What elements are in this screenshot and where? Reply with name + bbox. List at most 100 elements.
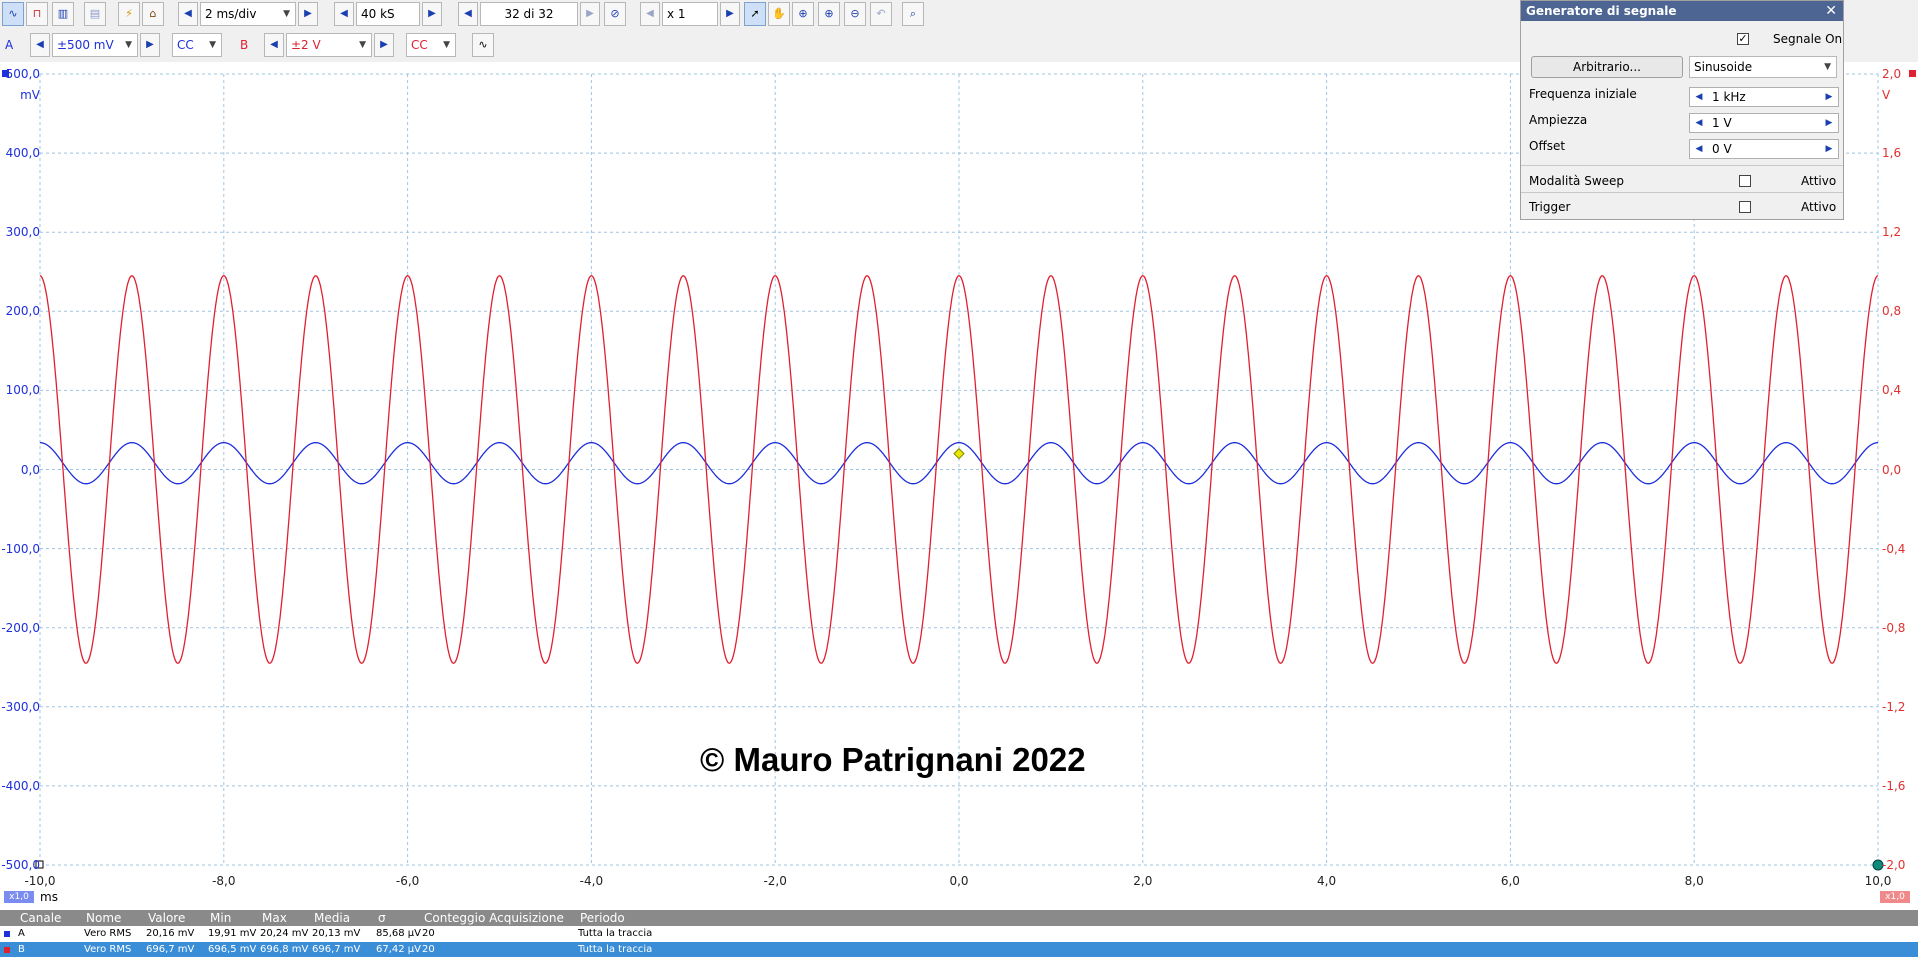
amplitude-field[interactable]: ◀ 1 V ▶ — [1689, 113, 1839, 133]
timebase-next-button[interactable]: ▶ — [298, 2, 318, 26]
y-left-tick-label: -400,0 — [1, 778, 40, 793]
row-mean: 20,13 mV — [312, 928, 361, 939]
scope-mode-icon[interactable]: ∿ — [2, 2, 24, 26]
header-name[interactable]: Nome — [86, 910, 121, 926]
spectrum-mode-icon[interactable]: ▥ — [52, 2, 74, 26]
offset-field[interactable]: ◀ 0 V ▶ — [1689, 139, 1839, 159]
x-tick-label: 2,0 — [1133, 874, 1153, 888]
header-max[interactable]: Max — [262, 910, 287, 926]
buffer-navigator-icon[interactable]: ⊘ — [604, 2, 626, 26]
coupling-b-value: CC — [411, 38, 428, 52]
amplitude-increase-button[interactable]: ▶ — [1820, 114, 1838, 132]
home-icon[interactable]: ⌂ — [142, 2, 164, 26]
divider — [1521, 165, 1843, 166]
y-right-tick-label: -0,4 — [1882, 541, 1906, 556]
samples-field[interactable]: 40 kS — [356, 2, 420, 26]
timebase-select[interactable]: 2 ms/div ▼ — [200, 2, 296, 26]
zoom-prev-button[interactable]: ◀ — [640, 2, 660, 26]
zoom-field[interactable]: x 1 — [662, 2, 718, 26]
measurements-header: Canale Nome Valore Min Max Media σ Conte… — [0, 910, 1918, 926]
samples-prev-button[interactable]: ◀ — [334, 2, 354, 26]
row-mean: 696,7 mV — [312, 944, 361, 955]
offset-label: Offset — [1529, 139, 1566, 153]
x-tick-label: -4,0 — [579, 874, 604, 888]
channel-b-swatch — [4, 947, 10, 953]
row-sigma: 67,42 µV — [376, 944, 422, 955]
header-mean[interactable]: Media — [314, 910, 350, 926]
frequency-field[interactable]: ◀ 1 kHz ▶ — [1689, 87, 1839, 107]
header-min[interactable]: Min — [210, 910, 231, 926]
zoom-overview-icon[interactable]: ⌕ — [902, 2, 924, 26]
persistence-mode-icon[interactable]: ⊓ — [26, 2, 48, 26]
pointer-tool-icon[interactable]: ➚ — [744, 2, 766, 26]
zoom-out-icon[interactable]: ⊖ — [844, 2, 866, 26]
amplitude-label: Ampiezza — [1529, 113, 1588, 127]
auto-setup-icon[interactable]: ⚡ — [118, 2, 140, 26]
table-row[interactable]: A Vero RMS 20,16 mV 19,91 mV 20,24 mV 20… — [0, 926, 1918, 941]
row-name: Vero RMS — [84, 944, 132, 955]
range-b-value: ±2 V — [291, 38, 321, 52]
signal-on-checkbox[interactable]: ✓ — [1737, 33, 1749, 45]
table-row[interactable]: B Vero RMS 696,7 mV 696,5 mV 696,8 mV 69… — [0, 942, 1918, 957]
trigger-marker-icon — [953, 447, 965, 460]
divider — [1521, 192, 1843, 193]
zoom-value: x 1 — [667, 7, 686, 21]
zoom-in-icon[interactable]: ⊕ — [818, 2, 840, 26]
zoom-next-button[interactable]: ▶ — [720, 2, 740, 26]
hand-tool-icon[interactable]: ✋ — [768, 2, 790, 26]
zoom-area-icon[interactable]: ⊕ — [792, 2, 814, 26]
range-b-next-button[interactable]: ▶ — [374, 33, 394, 57]
chevron-down-icon: ▼ — [443, 40, 450, 50]
row-count: 20 — [422, 944, 435, 955]
range-a-prev-button[interactable]: ◀ — [30, 33, 50, 57]
buffer-field[interactable]: 32 di 32 — [480, 2, 578, 26]
samples-next-button[interactable]: ▶ — [422, 2, 442, 26]
y-right-unit: V — [1882, 88, 1891, 102]
trigger-checkbox[interactable] — [1739, 201, 1751, 213]
y-left-tick-label: -100,0 — [1, 541, 40, 556]
offset-increase-button[interactable]: ▶ — [1820, 140, 1838, 158]
buffer-prev-button[interactable]: ◀ — [458, 2, 478, 26]
timebase-prev-button[interactable]: ◀ — [178, 2, 198, 26]
frequency-increase-button[interactable]: ▶ — [1820, 88, 1838, 106]
buffer-next-button[interactable]: ▶ — [580, 2, 600, 26]
y-left-tick-label: 500,0 — [5, 67, 40, 81]
signal-on-label: Segnale On — [1773, 32, 1843, 46]
header-value[interactable]: Valore — [148, 910, 185, 926]
offset-decrease-button[interactable]: ◀ — [1690, 140, 1708, 158]
channel-options-icon[interactable]: ▤ — [84, 2, 106, 26]
range-b-select[interactable]: ±2 V ▼ — [286, 33, 372, 57]
channel-b-label[interactable]: B — [240, 38, 248, 52]
range-a-select[interactable]: ±500 mV ▼ — [52, 33, 138, 57]
coupling-b-select[interactable]: CC ▼ — [406, 33, 456, 57]
header-channel[interactable]: Canale — [20, 910, 61, 926]
row-max: 20,24 mV — [260, 928, 309, 939]
row-value: 20,16 mV — [146, 928, 195, 939]
x-tick-label: 4,0 — [1317, 874, 1337, 888]
math-channels-icon[interactable]: ∿ — [472, 33, 494, 57]
undo-zoom-icon[interactable]: ↶ — [870, 2, 892, 26]
signal-generator-panel: Generatore di segnale ✕ ✓ Segnale On Arbi… — [1520, 0, 1844, 220]
arbitrary-button[interactable]: Arbitrario... — [1531, 56, 1683, 78]
frequency-decrease-button[interactable]: ◀ — [1690, 88, 1708, 106]
header-period[interactable]: Periodo — [580, 910, 625, 926]
header-count[interactable]: Conteggio Acquisizione — [424, 910, 564, 926]
row-channel: B — [18, 944, 25, 955]
channel-a-swatch — [4, 931, 10, 937]
amplitude-decrease-button[interactable]: ◀ — [1690, 114, 1708, 132]
sweep-checkbox[interactable] — [1739, 175, 1751, 187]
coupling-a-select[interactable]: CC ▼ — [172, 33, 222, 57]
chevron-down-icon: ▼ — [1824, 62, 1831, 72]
channel-a-label[interactable]: A — [5, 38, 13, 52]
y-left-tick-label: 0,0 — [20, 462, 40, 477]
timebase-value: 2 ms/div — [205, 7, 257, 21]
close-icon[interactable]: ✕ — [1825, 1, 1837, 21]
x-tick-label: -8,0 — [212, 874, 236, 888]
row-sigma: 85,68 µV — [376, 928, 422, 939]
range-b-prev-button[interactable]: ◀ — [264, 33, 284, 57]
header-sigma[interactable]: σ — [378, 910, 386, 926]
range-a-next-button[interactable]: ▶ — [140, 33, 160, 57]
waveform-select[interactable]: Sinusoide ▼ — [1689, 56, 1837, 78]
x-tick-label: 8,0 — [1684, 874, 1704, 888]
row-value: 696,7 mV — [146, 944, 195, 955]
